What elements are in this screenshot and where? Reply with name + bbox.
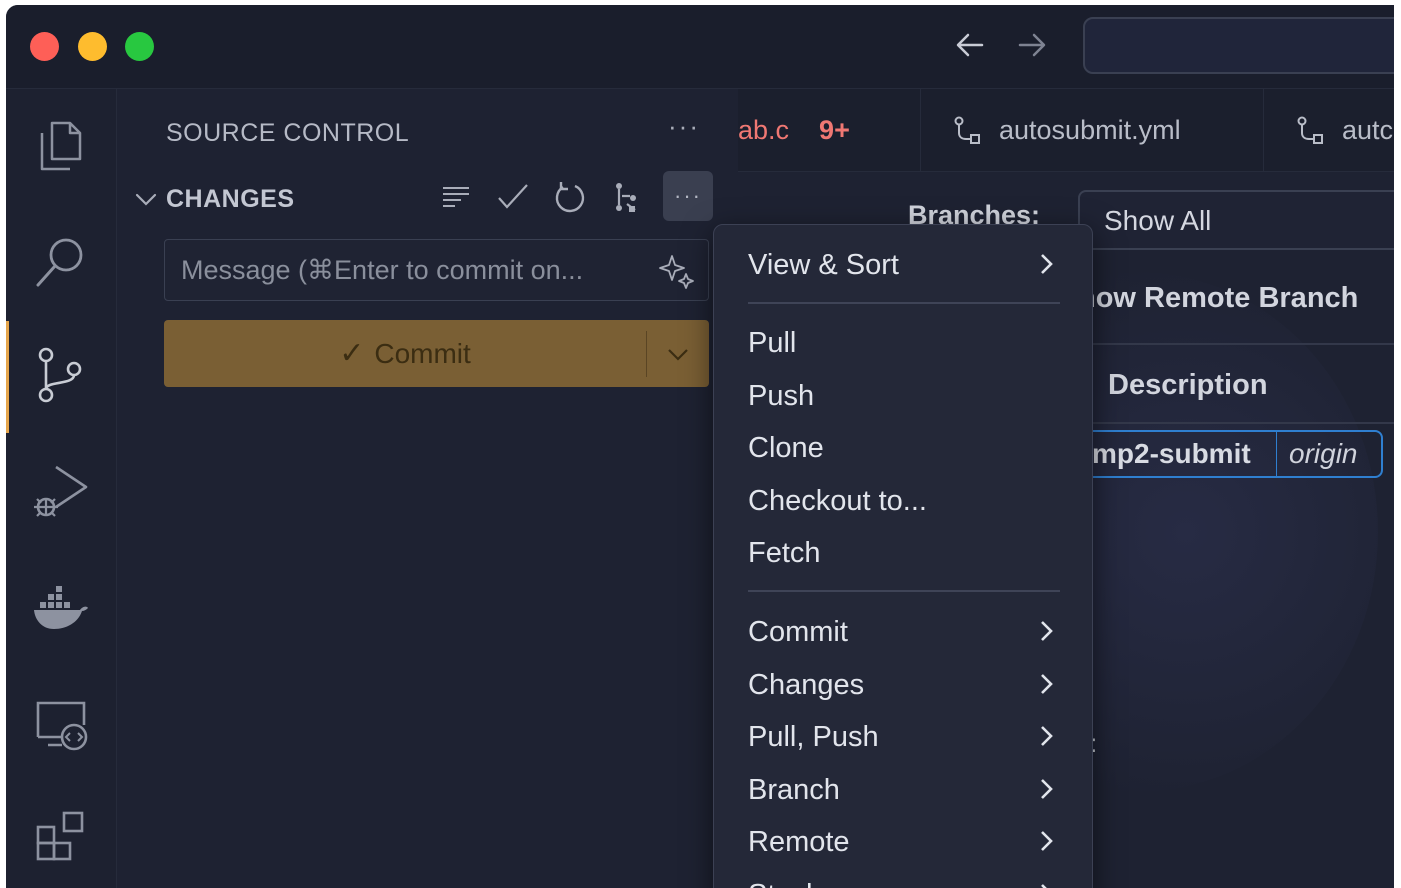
editor-tab-bar: ab.c 9+ autosubmit.yml autc: [738, 89, 1394, 172]
show-remote-branches-label[interactable]: how Remote Branch: [1078, 282, 1358, 315]
refresh-icon[interactable]: [550, 177, 590, 217]
sparkle-icon[interactable]: [658, 252, 696, 290]
extensions-icon[interactable]: [26, 801, 96, 871]
menu-item-label: Branch: [748, 773, 840, 806]
menu-item-branch[interactable]: Branch: [748, 767, 1060, 813]
files-icon[interactable]: [26, 111, 96, 181]
active-indicator: [6, 321, 9, 433]
tab-active-file[interactable]: ab.c 9+: [738, 89, 921, 172]
menu-item-commit[interactable]: Commit: [748, 609, 1060, 655]
changes-label: CHANGES: [166, 185, 295, 213]
sidebar-title: SOURCE CONTROL: [166, 119, 410, 147]
divider: [1078, 343, 1394, 345]
source-control-more-menu: View & Sort Pull Push Clone Checkout to.…: [713, 224, 1093, 888]
check-icon[interactable]: [493, 177, 533, 217]
minimize-window-button[interactable]: [78, 32, 107, 61]
menu-item-push[interactable]: Push: [748, 373, 1060, 419]
menu-item-view-sort[interactable]: View & Sort: [748, 242, 1060, 288]
problems-badge: 9+: [819, 115, 850, 145]
tab-label: autc: [1342, 115, 1394, 145]
branches-select[interactable]: Show All: [1078, 190, 1394, 250]
menu-item-label: Push: [748, 379, 815, 412]
menu-item-checkout[interactable]: Checkout to...: [748, 478, 1060, 524]
arrow-left-icon[interactable]: [952, 27, 988, 70]
divider: [1078, 422, 1394, 424]
menu-separator: [748, 302, 1060, 304]
git-pull-request-icon: [1297, 116, 1323, 144]
command-center-search[interactable]: [1083, 17, 1394, 74]
menu-item-label: Pull: [748, 326, 797, 359]
changes-section-header[interactable]: CHANGES ···: [118, 171, 738, 223]
chevron-right-icon: [1041, 254, 1053, 274]
git-pull-request-icon: [954, 116, 980, 144]
chevron-down-icon: [668, 348, 688, 361]
menu-item-clone[interactable]: Clone: [748, 425, 1060, 471]
tab-label: autosubmit.yml: [999, 115, 1181, 145]
search-icon[interactable]: [26, 227, 96, 297]
chevron-right-icon: [1041, 779, 1053, 799]
chevron-right-icon: [1041, 831, 1053, 851]
commit-options-button[interactable]: [647, 320, 709, 387]
remote-name: origin: [1289, 438, 1358, 469]
arrow-right-icon[interactable]: [1014, 27, 1050, 70]
tab-autosubmit-yml[interactable]: autosubmit.yml: [921, 89, 1264, 172]
chevron-right-icon: [1041, 674, 1053, 694]
tab-second-workflow[interactable]: autc: [1264, 89, 1394, 172]
commit-button-label: Commit: [374, 337, 471, 369]
chevron-right-icon: [1041, 726, 1053, 746]
title-bar: [6, 5, 1394, 89]
debug-icon[interactable]: [26, 457, 96, 527]
description-header: Description: [1108, 369, 1268, 401]
menu-item-pull[interactable]: Pull: [748, 320, 1060, 366]
activity-bar: [6, 89, 117, 888]
menu-item-label: Pull, Push: [748, 720, 879, 753]
commit-button[interactable]: ✓ Commit: [164, 320, 646, 387]
zoom-window-button[interactable]: [125, 32, 154, 61]
menu-item-changes[interactable]: Changes: [748, 662, 1060, 708]
menu-item-label: Checkout to...: [748, 484, 927, 517]
check-icon: ✓: [339, 337, 365, 370]
commit-message-input[interactable]: [165, 240, 645, 300]
source-control-icon[interactable]: [26, 341, 96, 411]
menu-item-stash[interactable]: Stash: [748, 872, 1060, 888]
more-icon[interactable]: ···: [663, 171, 713, 221]
menu-item-remote[interactable]: Remote: [748, 819, 1060, 865]
close-window-button[interactable]: [30, 32, 59, 61]
menu-separator: [748, 590, 1060, 592]
commit-message-box: [164, 239, 709, 301]
menu-item-label: Changes: [748, 668, 865, 701]
menu-item-label: Commit: [748, 615, 848, 648]
chevron-right-icon: [1041, 884, 1047, 888]
tab-filename: ab.c: [738, 115, 790, 145]
chevron-down-icon[interactable]: [132, 185, 160, 213]
menu-item-label: Stash: [748, 879, 822, 888]
list-view-icon[interactable]: [436, 177, 476, 217]
menu-item-pull-push[interactable]: Pull, Push: [748, 714, 1060, 760]
menu-item-fetch[interactable]: Fetch: [748, 530, 1060, 576]
graph-icon[interactable]: [606, 177, 646, 217]
docker-icon[interactable]: [26, 574, 96, 644]
sidebar-more-icon[interactable]: ···: [668, 111, 700, 142]
vscode-window: SOURCE CONTROL ··· CHANGES ··· Message (…: [6, 5, 1394, 888]
remote-explorer-icon[interactable]: [26, 689, 96, 759]
menu-item-label: Clone: [748, 431, 824, 464]
menu-item-label: Fetch: [748, 536, 821, 569]
menu-item-label: Remote: [748, 825, 850, 858]
source-control-sidebar: SOURCE CONTROL ··· CHANGES ··· Message (…: [118, 89, 738, 888]
commit-button-group: ✓ Commit: [164, 320, 709, 387]
chevron-right-icon: [1041, 621, 1053, 641]
menu-item-label: View & Sort: [748, 248, 899, 281]
